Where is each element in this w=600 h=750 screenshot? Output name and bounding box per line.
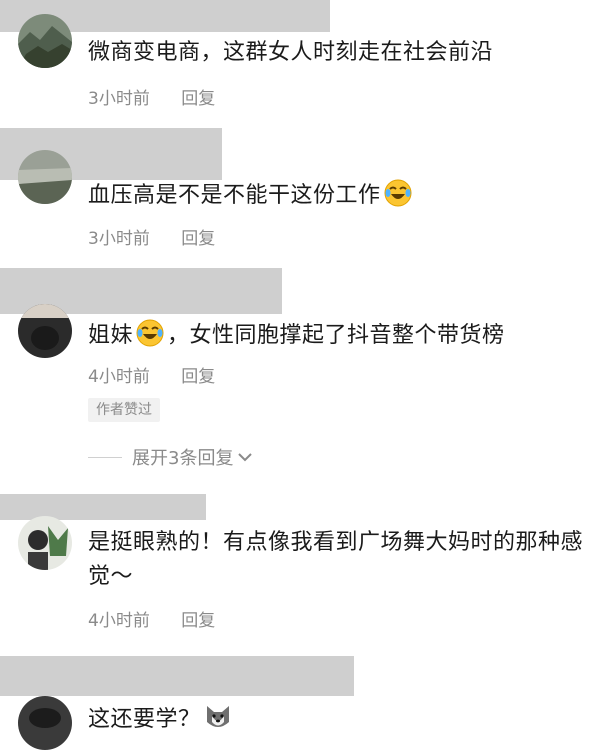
timestamp: 4小时前 — [88, 367, 150, 387]
comment-text: 姐妹 ，女性同胞撑起了抖音整个带货榜 — [88, 318, 580, 353]
expand-replies-label: 展开3条回复 — [132, 448, 234, 469]
comment-text-before: 姐妹 — [88, 323, 134, 348]
chevron-down-icon — [237, 447, 253, 468]
divider — [88, 456, 122, 458]
husky-dog-emoji-icon — [203, 702, 233, 732]
redacted-username — [0, 656, 354, 696]
avatar[interactable] — [18, 696, 72, 750]
timestamp: 3小时前 — [88, 89, 150, 109]
reply-button[interactable]: 回复 — [181, 367, 215, 387]
comment-text-content: 血压高是不是不能干这份工作 — [88, 183, 381, 208]
comment-text-after: ，女性同胞撑起了抖音整个带货榜 — [167, 323, 505, 348]
avatar[interactable] — [18, 516, 72, 570]
timestamp: 3小时前 — [88, 229, 150, 249]
reply-button[interactable]: 回复 — [181, 611, 215, 631]
avatar[interactable] — [18, 304, 72, 358]
laugh-cry-emoji-icon — [135, 318, 165, 348]
reply-button[interactable]: 回复 — [181, 229, 215, 249]
comment-meta: 4小时前 回复 — [88, 606, 215, 631]
comment-text: 这还要学？ — [88, 702, 580, 737]
author-liked-badge: 作者赞过 — [88, 398, 160, 422]
redacted-username — [0, 494, 206, 520]
comment-meta: 4小时前 回复 — [88, 362, 215, 387]
comment-meta: 3小时前 回复 — [88, 84, 215, 109]
avatar[interactable] — [18, 150, 72, 204]
comment-text: 微商变电商，这群女人时刻走在社会前沿 — [88, 40, 494, 65]
laugh-cry-emoji-icon — [383, 178, 413, 208]
expand-replies-button[interactable]: 展开3条回复 — [88, 444, 253, 470]
comment-text-content: 这还要学？ — [88, 707, 201, 732]
timestamp: 4小时前 — [88, 611, 150, 631]
comment-text: 是挺眼熟的！有点像我看到广场舞大妈时的那种感觉～ — [88, 530, 584, 589]
avatar[interactable] — [18, 14, 72, 68]
reply-button[interactable]: 回复 — [181, 89, 215, 109]
comment-meta: 3小时前 回复 — [88, 224, 215, 249]
comment-text: 血压高是不是不能干这份工作 — [88, 178, 580, 213]
